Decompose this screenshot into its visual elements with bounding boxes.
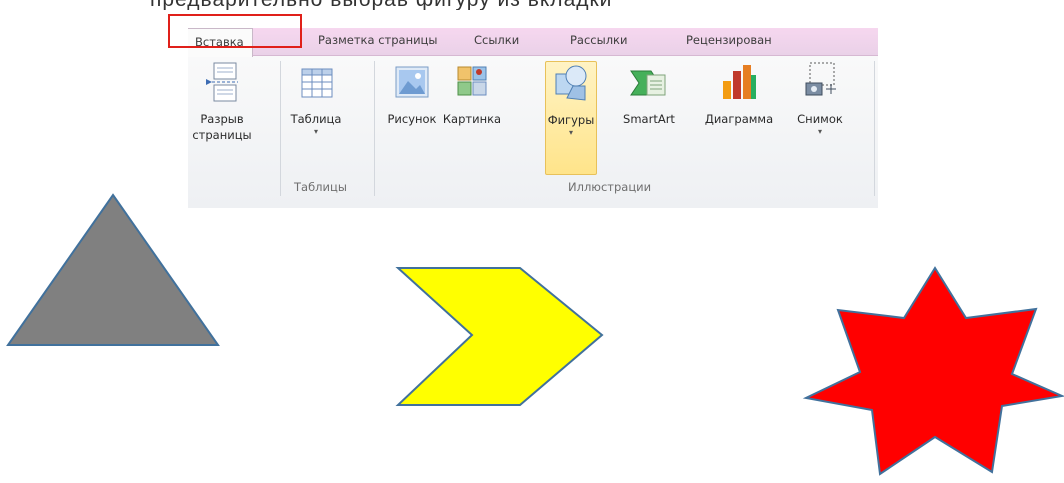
red-star-shape[interactable] bbox=[802, 266, 1064, 476]
shapes-svg bbox=[6, 193, 1064, 476]
insert-tab-highlight-box bbox=[168, 14, 302, 48]
yellow-chevron-shape[interactable] bbox=[395, 267, 604, 406]
gray-triangle-shape[interactable] bbox=[6, 193, 220, 346]
